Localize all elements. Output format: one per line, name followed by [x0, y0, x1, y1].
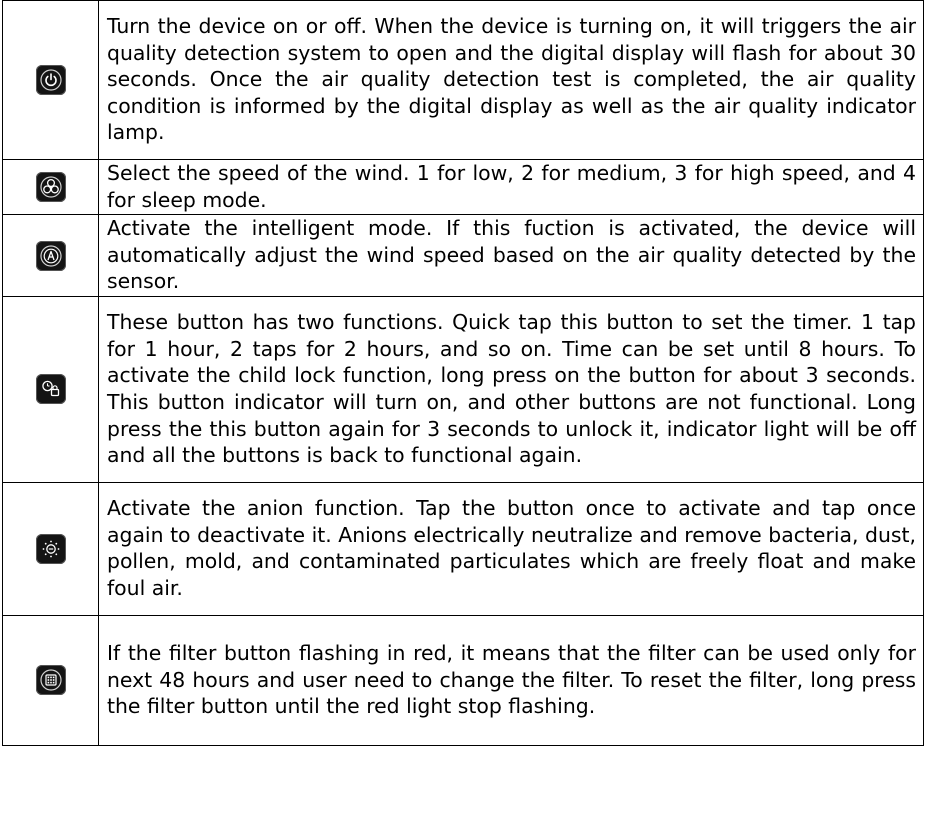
- icon-cell: [2, 614, 99, 746]
- power-icon: [35, 65, 66, 95]
- row-description: Select the speed of the wind. 1 for low,…: [98, 158, 924, 216]
- icon-cell: [2, 0, 99, 160]
- row-description: Activate the intelligent mode. If this f…: [98, 214, 924, 297]
- table-row: Turn the device on or off. When the devi…: [2, 0, 924, 160]
- icon-cell: [2, 481, 99, 616]
- row-description: Activate the anion function. Tap the but…: [98, 481, 924, 616]
- icon-cell: [2, 214, 99, 297]
- table-row: If the filter button flashing in red, it…: [2, 614, 924, 746]
- table-row: Activate the anion function. Tap the but…: [2, 481, 924, 616]
- fan-icon: [35, 172, 66, 203]
- icon-cell: [2, 295, 99, 483]
- filter-icon: [35, 665, 66, 696]
- table-row: Activate the intelligent mode. If this f…: [2, 214, 924, 297]
- row-description: These button has two functions. Quick ta…: [98, 295, 924, 483]
- button-function-table: Turn the device on or off. When the devi…: [2, 0, 924, 746]
- row-description: Turn the device on or off. When the devi…: [98, 0, 924, 160]
- table-row: Select the speed of the wind. 1 for low,…: [2, 158, 924, 216]
- row-description: If the filter button flashing in red, it…: [98, 614, 924, 746]
- anion-icon: [35, 533, 66, 564]
- table-row: These button has two functions. Quick ta…: [2, 295, 924, 483]
- icon-cell: [2, 158, 99, 216]
- timer-lock-icon: [35, 374, 66, 405]
- auto-mode-icon: [35, 240, 66, 271]
